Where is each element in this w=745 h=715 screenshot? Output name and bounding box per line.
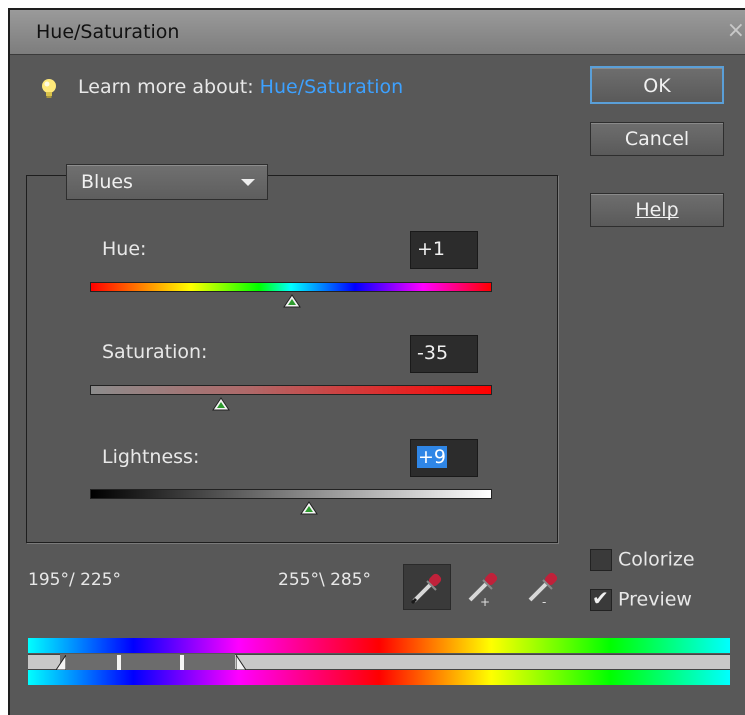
eyedropper-add-icon: + xyxy=(468,572,498,609)
svg-text:-: - xyxy=(542,595,546,608)
bulb-icon xyxy=(42,79,56,98)
lightness-slider-track[interactable] xyxy=(90,489,492,499)
color-ramp-bottom xyxy=(28,670,730,685)
color-range-selection xyxy=(60,654,235,670)
hue-slider-track[interactable] xyxy=(90,282,492,292)
eyedropper-subtract-tool[interactable]: - xyxy=(520,564,568,610)
eyedropper-icon xyxy=(410,573,442,605)
lightness-value-field[interactable]: +9 xyxy=(410,439,478,477)
help-button[interactable]: Help xyxy=(590,193,724,227)
lightness-label: Lightness: xyxy=(102,446,200,468)
channel-dropdown[interactable]: Blues xyxy=(66,164,268,200)
cancel-button[interactable]: Cancel xyxy=(590,122,724,156)
learn-more-row: Learn more about: Hue/Saturation xyxy=(78,76,403,98)
preview-option[interactable]: ✔ Preview xyxy=(590,585,692,611)
colorize-option[interactable]: Colorize xyxy=(590,548,695,571)
hue-value-text: +1 xyxy=(417,238,446,260)
eyedropper-subtract-icon: - xyxy=(528,572,558,609)
hue-slider-thumb[interactable] xyxy=(283,294,302,308)
range-end-handle[interactable] xyxy=(180,655,184,670)
learn-more-link[interactable]: Hue/Saturation xyxy=(260,76,403,98)
lightness-slider-thumb[interactable] xyxy=(300,501,319,515)
range-falloff-right-handle[interactable] xyxy=(236,655,246,670)
learn-more-label: Learn more about: xyxy=(78,76,260,98)
range-left-readout: 195°/ 225° xyxy=(28,570,122,590)
saturation-slider-thumb[interactable] xyxy=(211,397,230,411)
hue-value-field[interactable]: +1 xyxy=(410,231,478,269)
channel-selected-value: Blues xyxy=(81,171,133,193)
title-bar: Hue/Saturation × xyxy=(10,10,745,55)
chevron-down-icon xyxy=(241,179,255,186)
saturation-label: Saturation: xyxy=(102,341,208,363)
range-falloff-left-handle[interactable] xyxy=(56,655,66,670)
colorize-checkbox[interactable] xyxy=(590,548,612,571)
range-start-handle[interactable] xyxy=(117,655,121,670)
saturation-value-field[interactable]: -35 xyxy=(410,335,478,373)
color-ramp-top xyxy=(28,638,730,653)
saturation-value-text: -35 xyxy=(417,342,449,364)
check-icon: ✔ xyxy=(592,585,609,610)
eyedropper-tool[interactable] xyxy=(403,564,451,610)
hue-label: Hue: xyxy=(102,238,147,260)
ok-button[interactable]: OK xyxy=(590,66,724,104)
range-right-readout: 255°\ 285° xyxy=(278,570,372,590)
colorize-label: Colorize xyxy=(618,548,695,571)
preview-label: Preview xyxy=(618,588,692,611)
dialog-title: Hue/Saturation xyxy=(36,21,180,43)
close-icon[interactable]: × xyxy=(727,18,745,43)
saturation-slider-track[interactable] xyxy=(90,385,492,395)
preview-checkbox[interactable]: ✔ xyxy=(590,585,612,611)
svg-text:+: + xyxy=(480,595,490,608)
eyedropper-add-tool[interactable]: + xyxy=(460,564,508,610)
lightness-value-text: +9 xyxy=(417,446,448,468)
